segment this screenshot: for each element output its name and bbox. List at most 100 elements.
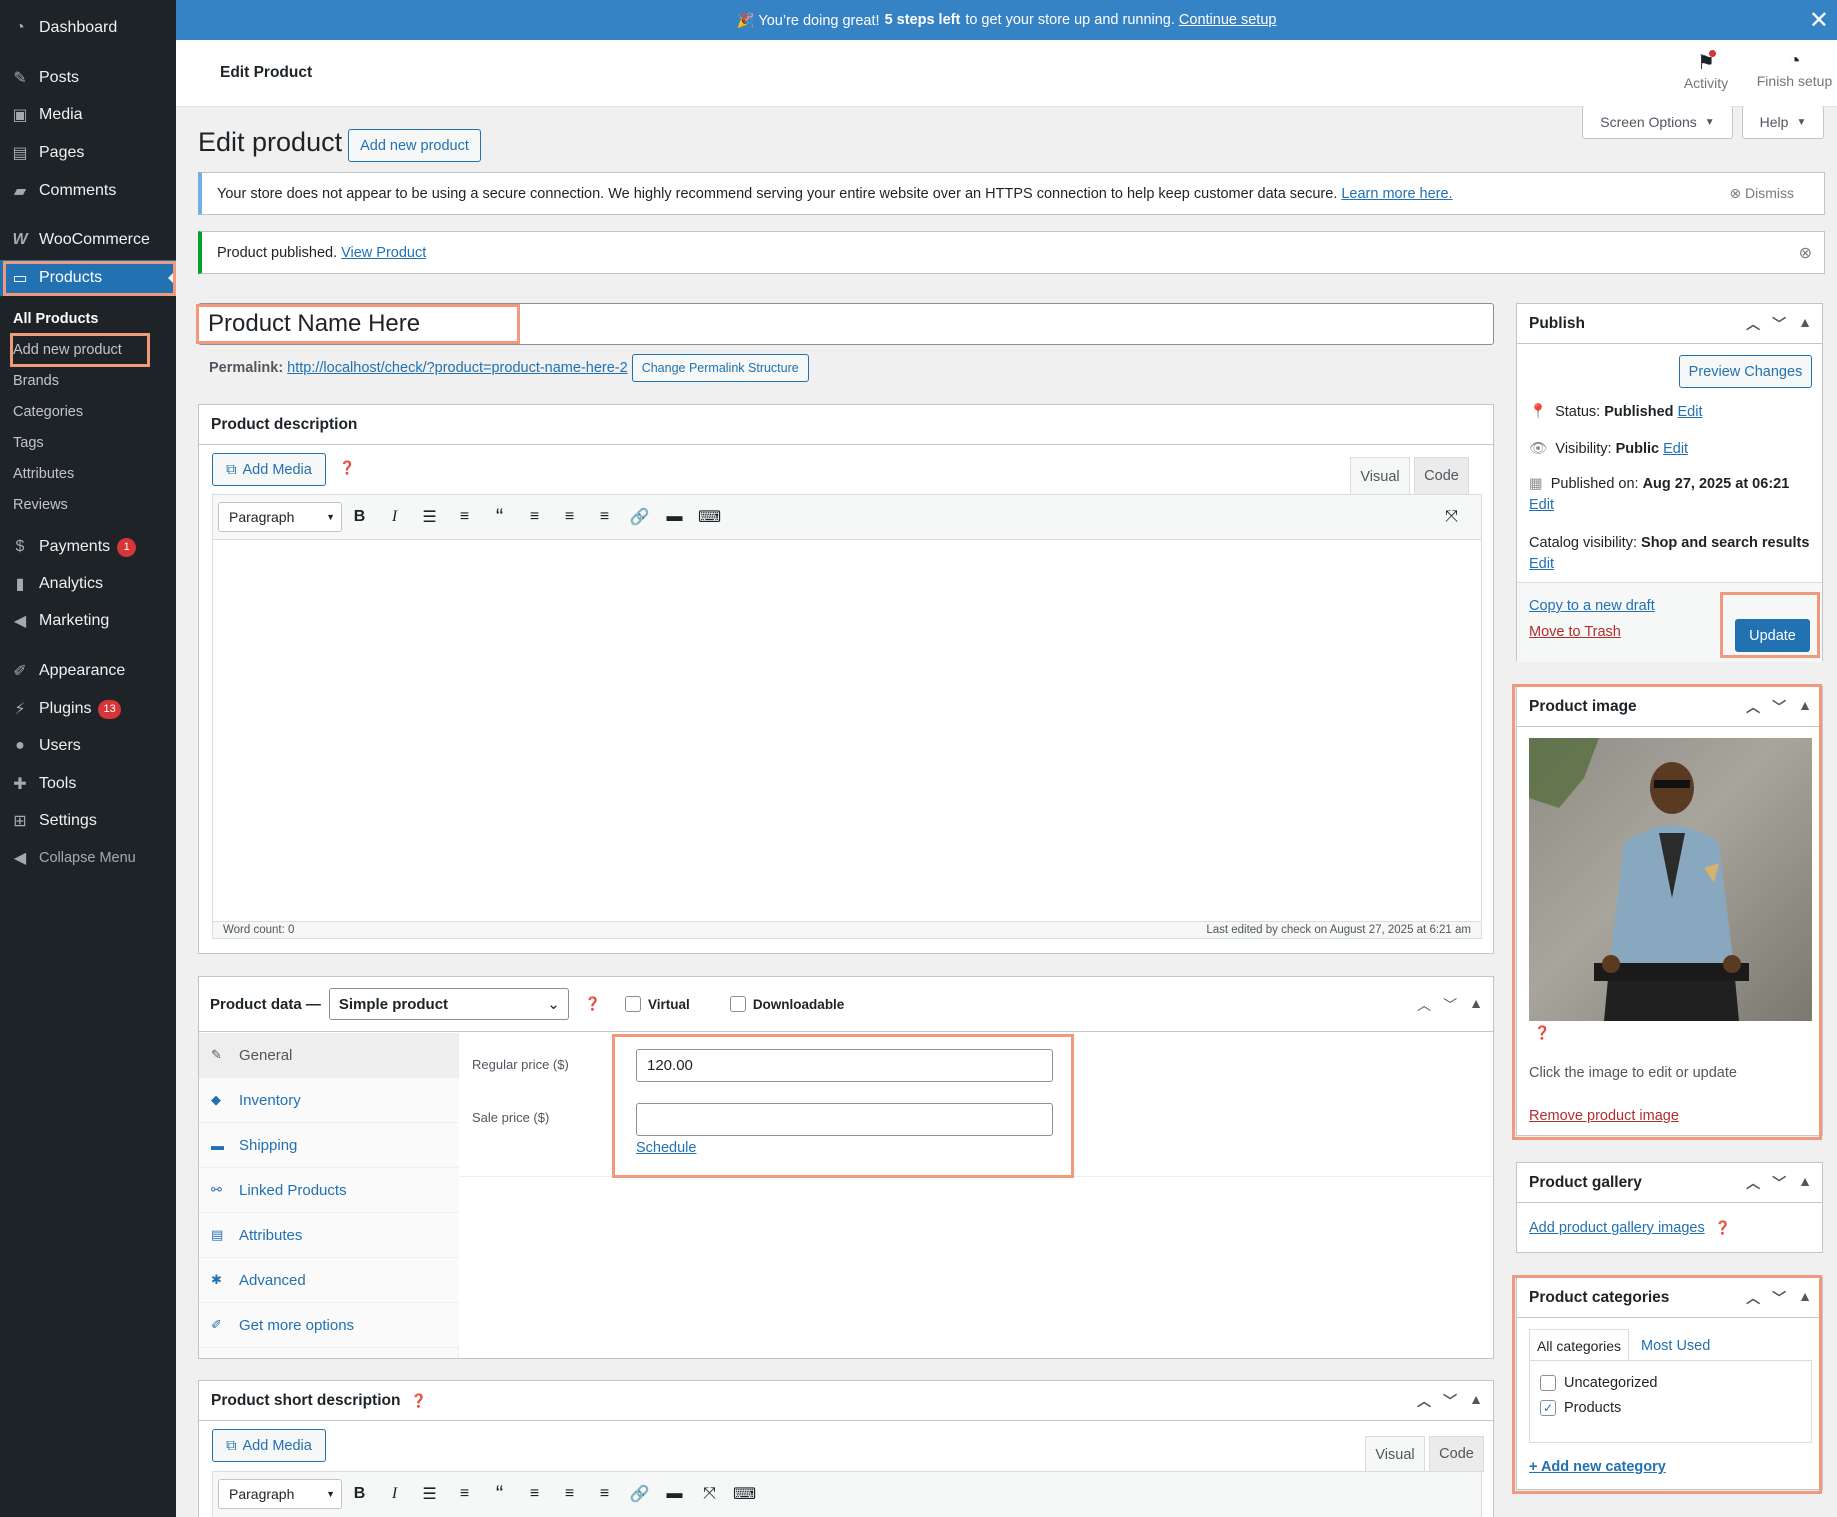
edit-status-link[interactable]: Edit — [1678, 404, 1703, 420]
menu-tools[interactable]: ✚ Tools — [0, 766, 176, 802]
tab-shipping[interactable]: ▬ Shipping — [199, 1123, 459, 1168]
tab-code[interactable]: Code — [1414, 457, 1469, 495]
bullet-list-icon[interactable]: ☰ — [412, 502, 447, 532]
chevron-up-icon[interactable]: ︿ — [1417, 1391, 1431, 1411]
screen-options-toggle[interactable]: Screen Options ▼ — [1582, 106, 1733, 139]
short-editor-area[interactable]: Paragraph ▼ B I ☰ ≡ “ ≡ ≡ ≡ 🔗 ▬ ⤧ ⌨ — [212, 1471, 1482, 1517]
help-toggle[interactable]: Help ▼ — [1742, 106, 1824, 139]
move-to-trash-link[interactable]: Move to Trash — [1529, 624, 1621, 640]
submenu-tags[interactable]: Tags — [0, 428, 176, 458]
tab-most-used[interactable]: Most Used — [1641, 1338, 1710, 1354]
menu-collapse[interactable]: ◀ Collapse Menu — [0, 840, 176, 876]
link-icon[interactable]: 🔗 — [622, 502, 657, 532]
tab-advanced[interactable]: ✱ Advanced — [199, 1258, 459, 1303]
category-checkbox-checked[interactable]: ✓ — [1540, 1400, 1556, 1416]
tab-visual[interactable]: Visual — [1350, 457, 1410, 495]
keyboard-icon[interactable]: ⌨ — [727, 1479, 762, 1509]
menu-media[interactable]: ▣ Media — [0, 97, 176, 133]
product-type-select[interactable]: Simple product ⌄ — [328, 988, 569, 1020]
numbered-list-icon[interactable]: ≡ — [447, 502, 482, 532]
align-center-icon[interactable]: ≡ — [552, 1479, 587, 1509]
menu-users[interactable]: ● Users — [0, 728, 176, 764]
fullscreen-icon[interactable]: ⤧ — [1434, 502, 1469, 532]
menu-comments[interactable]: ▰ Comments — [0, 173, 176, 209]
add-media-button[interactable]: ⧉ Add Media — [212, 453, 326, 486]
add-gallery-images-link[interactable]: Add product gallery images — [1529, 1220, 1705, 1236]
tab-general[interactable]: ✎ General — [199, 1033, 459, 1078]
dismiss-icon[interactable]: ⊗ — [1799, 243, 1812, 263]
add-new-category-link[interactable]: + Add new category — [1529, 1459, 1666, 1475]
tab-visual[interactable]: Visual — [1365, 1436, 1425, 1472]
edit-catalog-link[interactable]: Edit — [1529, 556, 1554, 572]
menu-analytics[interactable]: ▮ Analytics — [0, 566, 176, 602]
align-left-icon[interactable]: ≡ — [517, 1479, 552, 1509]
bullet-list-icon[interactable]: ☰ — [412, 1479, 447, 1509]
tab-inventory[interactable]: ◆ Inventory — [199, 1078, 459, 1123]
edit-date-link[interactable]: Edit — [1529, 497, 1554, 513]
help-icon[interactable]: ❓ — [1534, 1025, 1550, 1041]
toggle-arrow-icon[interactable]: ▲ — [1469, 995, 1483, 1015]
close-icon[interactable]: ✕ — [1809, 6, 1829, 35]
menu-plugins[interactable]: ⚡ Plugins 13 — [0, 691, 176, 727]
product-image[interactable] — [1529, 738, 1812, 1021]
format-select[interactable]: Paragraph ▼ — [218, 1479, 342, 1509]
tab-all-categories[interactable]: All categories — [1529, 1329, 1629, 1361]
activity-button[interactable]: ⚑ Activity — [1671, 50, 1741, 91]
change-permalink-button[interactable]: Change Permalink Structure — [631, 354, 809, 382]
tab-get-more-options[interactable]: ✐ Get more options — [199, 1303, 459, 1348]
remove-image-link[interactable]: Remove product image — [1529, 1108, 1679, 1124]
menu-posts[interactable]: ✎ Posts — [0, 60, 176, 96]
menu-products[interactable]: ▭ Products — [0, 260, 176, 296]
chevron-down-icon[interactable]: ﹀ — [1443, 1391, 1457, 1411]
category-item[interactable]: Uncategorized — [1540, 1375, 1658, 1391]
product-title-input[interactable]: Product Name Here — [198, 303, 1494, 345]
format-select[interactable]: Paragraph ▼ — [218, 502, 342, 532]
tab-linked-products[interactable]: ⚯ Linked Products — [199, 1168, 459, 1213]
preview-changes-button[interactable]: Preview Changes — [1679, 355, 1812, 388]
submenu-reviews[interactable]: Reviews — [0, 490, 176, 520]
continue-setup-link[interactable]: Continue setup — [1179, 12, 1277, 28]
chevron-up-icon[interactable]: ︿ — [1746, 314, 1760, 334]
add-media-button[interactable]: ⧉ Add Media — [212, 1429, 326, 1462]
update-button[interactable]: Update — [1735, 619, 1810, 652]
chevron-down-icon[interactable]: ﹀ — [1772, 314, 1786, 334]
chevron-down-icon[interactable]: ﹀ — [1443, 995, 1457, 1015]
view-product-link[interactable]: View Product — [341, 245, 426, 261]
chevron-up-icon[interactable]: ︿ — [1417, 995, 1431, 1015]
permalink-url[interactable]: http://localhost/check/?product=product-… — [287, 360, 628, 376]
category-item[interactable]: ✓ Products — [1540, 1400, 1621, 1416]
keyboard-icon[interactable]: ⌨ — [692, 502, 727, 532]
align-left-icon[interactable]: ≡ — [517, 502, 552, 532]
menu-pages[interactable]: ▤ Pages — [0, 135, 176, 171]
chevron-up-icon[interactable]: ︿ — [1746, 697, 1760, 717]
bold-icon[interactable]: B — [342, 1479, 377, 1509]
menu-payments[interactable]: $ Payments 1 — [0, 529, 176, 565]
learn-more-link[interactable]: Learn more here. — [1341, 186, 1452, 202]
bold-icon[interactable]: B — [342, 502, 377, 532]
fullscreen-icon[interactable]: ⤧ — [692, 1479, 727, 1509]
toggle-arrow-icon[interactable]: ▲ — [1798, 1288, 1812, 1308]
menu-settings[interactable]: ⊞ Settings — [0, 803, 176, 839]
menu-appearance[interactable]: ✐ Appearance — [0, 653, 176, 689]
submenu-categories[interactable]: Categories — [0, 397, 176, 427]
menu-dashboard[interactable]: ◔ Dashboard — [0, 10, 176, 46]
tab-attributes[interactable]: ▤ Attributes — [199, 1213, 459, 1258]
help-icon[interactable]: ❓ — [585, 996, 601, 1012]
submenu-attributes[interactable]: Attributes — [0, 459, 176, 489]
editor-area[interactable]: Paragraph ▼ B I ☰ ≡ “ ≡ ≡ ≡ 🔗 ▬ ⌨ ⤧ Word … — [212, 494, 1482, 939]
toggle-arrow-icon[interactable]: ▲ — [1798, 314, 1812, 334]
chevron-down-icon[interactable]: ﹀ — [1772, 697, 1786, 717]
toggle-arrow-icon[interactable]: ▲ — [1798, 1173, 1812, 1193]
chevron-up-icon[interactable]: ︿ — [1746, 1173, 1760, 1193]
chevron-down-icon[interactable]: ﹀ — [1772, 1288, 1786, 1308]
menu-marketing[interactable]: ◀ Marketing — [0, 603, 176, 639]
read-more-icon[interactable]: ▬ — [657, 502, 692, 532]
chevron-down-icon[interactable]: ﹀ — [1772, 1173, 1786, 1193]
edit-visibility-link[interactable]: Edit — [1663, 441, 1688, 457]
italic-icon[interactable]: I — [377, 502, 412, 532]
category-checkbox[interactable] — [1540, 1375, 1556, 1391]
submenu-add-new-product[interactable]: Add new product — [0, 335, 176, 365]
link-icon[interactable]: 🔗 — [622, 1479, 657, 1509]
align-right-icon[interactable]: ≡ — [587, 502, 622, 532]
read-more-icon[interactable]: ▬ — [657, 1479, 692, 1509]
